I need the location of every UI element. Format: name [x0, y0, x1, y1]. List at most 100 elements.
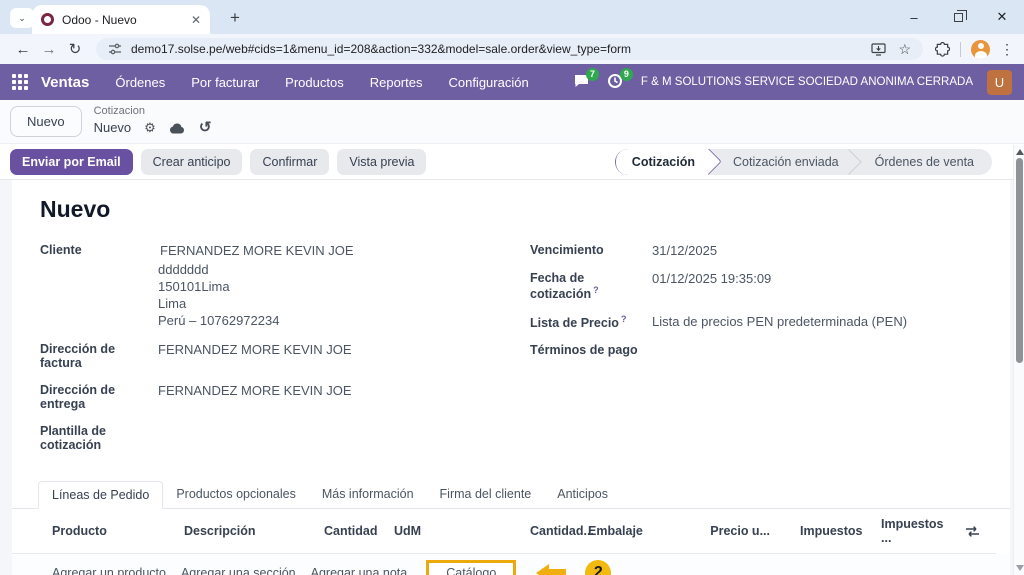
new-button[interactable]: Nuevo — [10, 106, 82, 137]
activities-badge: 9 — [619, 68, 633, 81]
field-terminos-pago: Términos de pago — [530, 343, 982, 357]
menu-productos[interactable]: Productos — [285, 75, 344, 90]
scrollbar-down-icon[interactable] — [1016, 565, 1024, 571]
extensions-puzzle-icon[interactable] — [935, 41, 950, 57]
column-header-embalaje[interactable]: Embalaje — [588, 524, 710, 538]
column-header-udm[interactable]: UdM — [394, 524, 452, 538]
scrollbar-thumb[interactable] — [1016, 158, 1023, 363]
page-scrollbar[interactable] — [1013, 145, 1024, 575]
profile-avatar-icon[interactable] — [971, 39, 990, 59]
customer-name[interactable]: FERNANDEZ MORE KEVIN JOE — [158, 243, 354, 258]
bookmark-star-icon[interactable]: ☆ — [898, 41, 911, 58]
menu-ordenes[interactable]: Órdenes — [115, 75, 165, 90]
scrollbar-up-icon[interactable] — [1016, 149, 1024, 155]
optional-columns-icon[interactable] — [965, 525, 980, 538]
content-area: Nuevo Cliente FERNANDEZ MORE KEVIN JOE d… — [0, 180, 1024, 575]
url-bar[interactable]: demo17.solse.pe/web#cids=1&menu_id=208&a… — [96, 38, 923, 60]
quotation-date-value[interactable]: 01/12/2025 19:35:09 — [652, 271, 771, 301]
add-section-link[interactable]: Agregar una sección — [181, 566, 296, 575]
breadcrumb: Cotizacion Nuevo ⚙ ↺ — [94, 105, 212, 138]
back-icon[interactable]: ← — [10, 41, 36, 58]
form-sheet: Nuevo Cliente FERNANDEZ MORE KEVIN JOE d… — [12, 180, 1010, 575]
tab-anticipos[interactable]: Anticipos — [544, 481, 621, 508]
tab-lineas-de-pedido[interactable]: Líneas de Pedido — [38, 481, 164, 509]
invoice-address-value[interactable]: FERNANDEZ MORE KEVIN JOE — [158, 342, 352, 370]
field-label: Fecha de cotización? — [530, 271, 599, 302]
menu-por-facturar[interactable]: Por facturar — [191, 75, 259, 90]
tab-close-icon[interactable]: ✕ — [191, 13, 201, 27]
catalog-link[interactable]: Catálogo — [426, 560, 517, 575]
tab-title: Odoo - Nuevo — [62, 12, 137, 27]
tab-productos-opcionales[interactable]: Productos opcionales — [163, 481, 309, 508]
field-cliente: Cliente FERNANDEZ MORE KEVIN JOE ddddddd… — [40, 243, 518, 329]
pricelist-value[interactable]: Lista de precios PEN predeterminada (PEN… — [652, 314, 907, 330]
reload-icon[interactable]: ↻ — [62, 40, 88, 58]
browser-tab[interactable]: Odoo - Nuevo ✕ — [32, 5, 210, 34]
tab-search-chevron-icon[interactable]: ⌄ — [10, 8, 34, 28]
messages-button[interactable]: 7 — [573, 68, 599, 91]
stage-cotizacion[interactable]: Cotización — [614, 148, 709, 175]
field-fecha-cotizacion: Fecha de cotización? 01/12/2025 19:35:09 — [530, 271, 982, 301]
apps-grid-icon[interactable] — [12, 73, 29, 91]
column-header-cantidad-2[interactable]: Cantidad... — [530, 524, 594, 538]
preview-button[interactable]: Vista previa — [337, 148, 427, 175]
forward-icon[interactable]: → — [36, 41, 62, 58]
column-header-impuestos-2[interactable]: Impuestos ... — [881, 517, 957, 545]
column-header-impuestos[interactable]: Impuestos — [800, 524, 872, 538]
company-name[interactable]: F & M SOLUTIONS SERVICE SOCIEDAD ANONIMA… — [641, 76, 973, 88]
menu-configuracion[interactable]: Configuración — [448, 75, 528, 90]
field-direccion-entrega: Dirección de entrega FERNANDEZ MORE KEVI… — [40, 383, 518, 411]
send-by-email-button[interactable]: Enviar por Email — [10, 148, 133, 175]
stage-pipeline: Cotización Cotización enviada Órdenes de… — [614, 148, 992, 175]
tab-mas-informacion[interactable]: Más información — [309, 481, 427, 508]
annotation-step-badge: 2 — [585, 560, 612, 575]
breadcrumb-parent[interactable]: Cotizacion — [94, 105, 212, 119]
send-to-device-icon[interactable] — [871, 42, 887, 56]
expiration-value[interactable]: 31/12/2025 — [652, 243, 717, 258]
field-vencimiento: Vencimiento 31/12/2025 — [530, 243, 982, 258]
add-product-link[interactable]: Agregar un producto — [52, 566, 166, 575]
url-text[interactable]: demo17.solse.pe/web#cids=1&menu_id=208&a… — [131, 42, 862, 56]
user-avatar[interactable]: U — [987, 69, 1012, 95]
field-plantilla-cotizacion: Plantilla de cotización — [40, 424, 518, 452]
window-minimize-button[interactable]: – — [892, 0, 936, 34]
app-name-ventas[interactable]: Ventas — [41, 74, 89, 91]
window-close-button[interactable]: ✕ — [980, 0, 1024, 34]
help-icon[interactable]: ? — [621, 314, 627, 324]
column-header-producto[interactable]: Producto — [52, 524, 184, 538]
discard-undo-icon[interactable]: ↺ — [199, 119, 212, 138]
window-restore-button[interactable] — [936, 0, 980, 34]
column-header-descripcion[interactable]: Descripción — [184, 524, 324, 538]
save-cloud-icon[interactable] — [169, 122, 186, 135]
browser-toolbar: ← → ↻ demo17.solse.pe/web#cids=1&menu_id… — [0, 34, 1024, 64]
stage-cotizacion-enviada[interactable]: Cotización enviada — [709, 149, 857, 175]
confirm-button[interactable]: Confirmar — [250, 148, 330, 175]
help-icon[interactable]: ? — [593, 285, 599, 295]
field-label: Cliente — [40, 243, 82, 257]
column-header-precio[interactable]: Precio u... — [710, 524, 770, 538]
status-action-bar: Enviar por Email Crear anticipo Confirma… — [0, 144, 1024, 180]
field-label: Dirección de factura — [40, 342, 116, 370]
annotation-arrow-icon — [536, 564, 567, 575]
toolbar-divider — [960, 41, 961, 57]
create-advance-button[interactable]: Crear anticipo — [140, 148, 243, 175]
form-fields: Cliente FERNANDEZ MORE KEVIN JOE ddddddd… — [40, 243, 982, 465]
tab-firma-del-cliente[interactable]: Firma del cliente — [427, 481, 545, 508]
column-header-cantidad[interactable]: Cantidad — [324, 524, 377, 538]
gear-icon[interactable]: ⚙ — [144, 120, 156, 136]
field-label: Lista de Precio? — [530, 314, 627, 331]
order-lines-header: Producto Descripción Cantidad UdM Cantid… — [12, 509, 996, 554]
restore-icon — [953, 9, 967, 22]
new-tab-button[interactable]: + — [222, 6, 248, 30]
stage-ordenes-de-venta[interactable]: Órdenes de venta — [857, 149, 992, 175]
browser-menu-icon[interactable]: ⋮ — [1000, 41, 1014, 58]
activities-button[interactable]: 9 — [607, 68, 633, 91]
menu-reportes[interactable]: Reportes — [370, 75, 423, 90]
order-lines-add-row: Agregar un producto Agregar una sección … — [12, 554, 1010, 575]
add-note-link[interactable]: Agregar una nota — [311, 566, 408, 575]
delivery-address-value[interactable]: FERNANDEZ MORE KEVIN JOE — [158, 383, 352, 411]
record-title: Nuevo — [40, 196, 111, 222]
site-settings-tune-icon[interactable] — [108, 42, 122, 56]
field-lista-precio: Lista de Precio? Lista de precios PEN pr… — [530, 314, 982, 330]
odoo-favicon-icon — [41, 13, 54, 26]
